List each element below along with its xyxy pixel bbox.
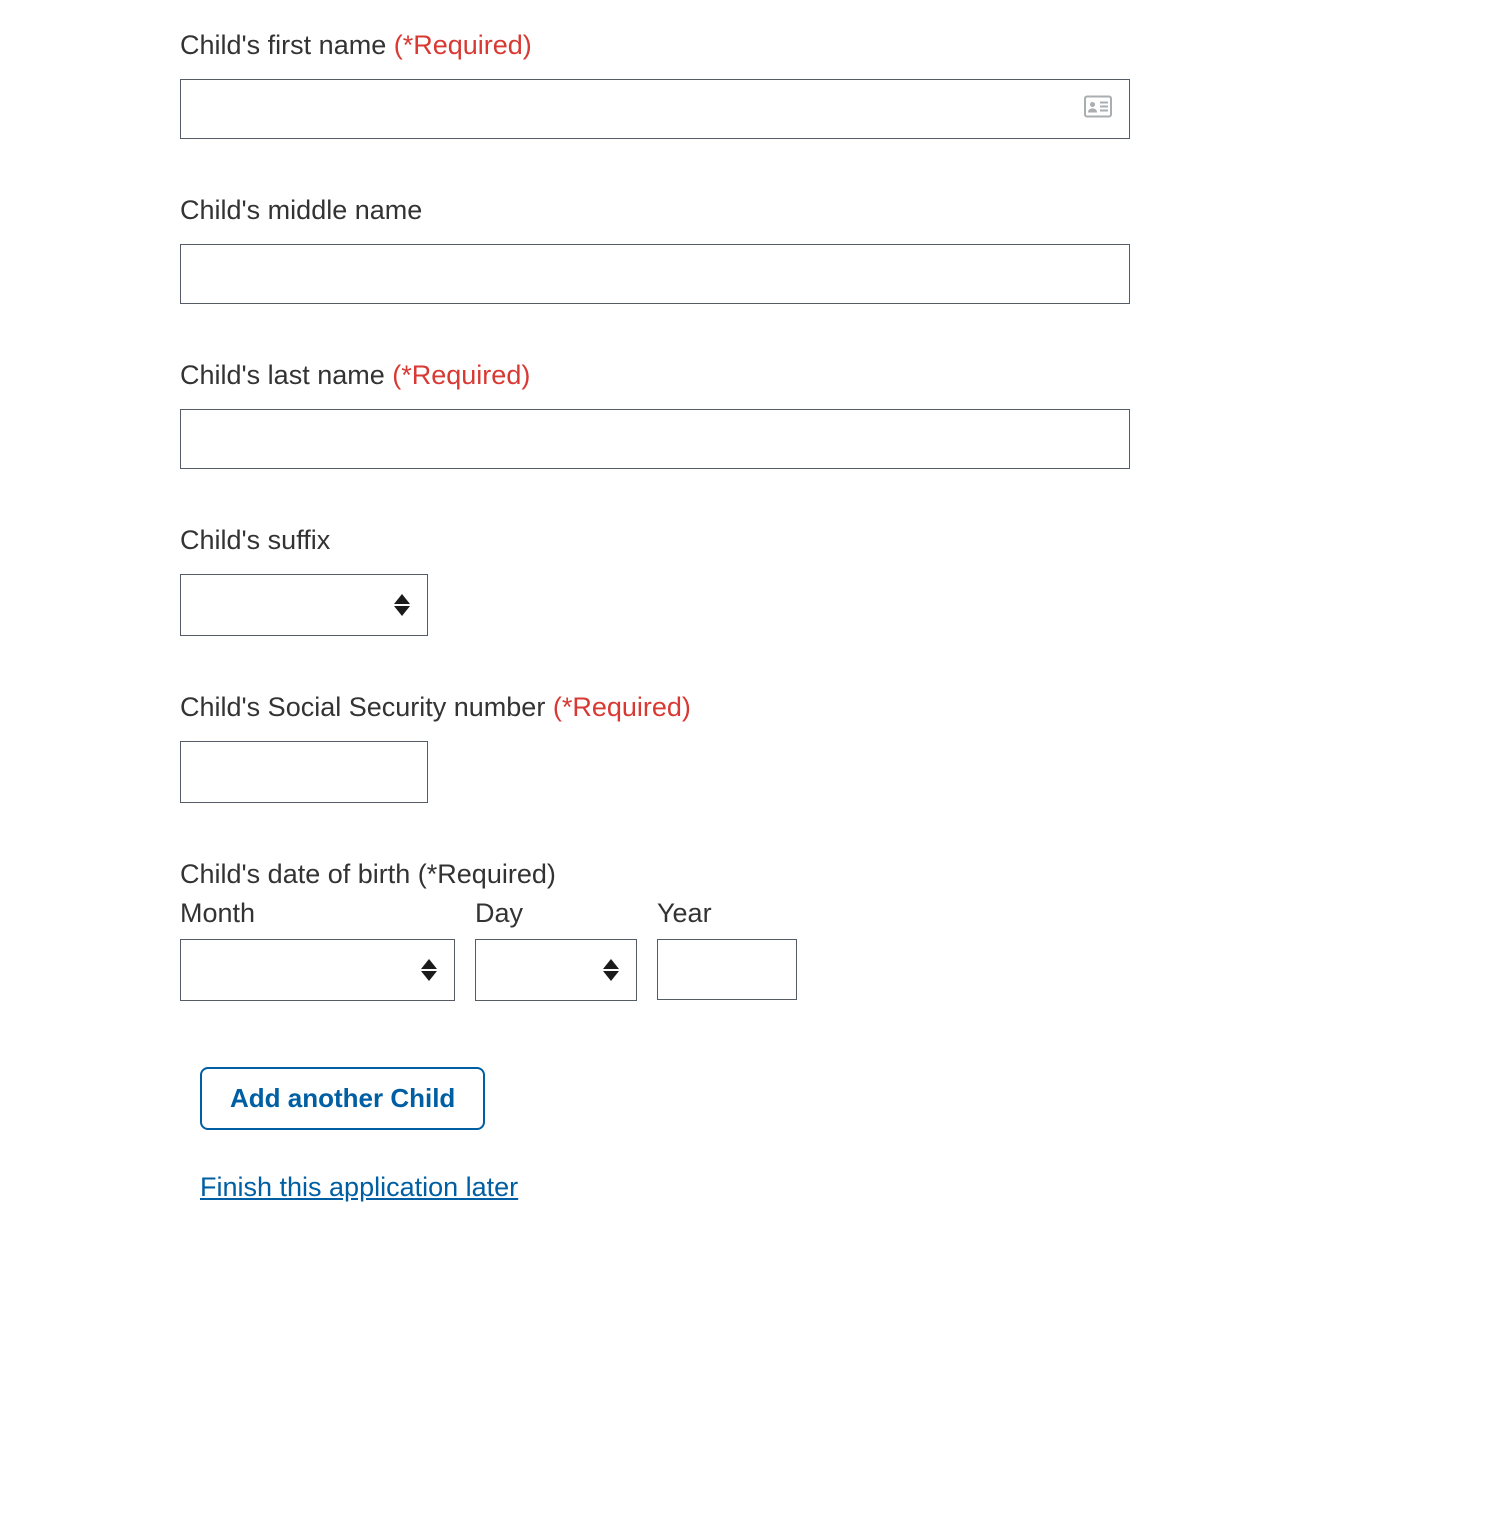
month-select[interactable] — [180, 939, 455, 1001]
required-indicator: (*Required) — [418, 859, 556, 889]
last-name-label-text: Child's last name — [180, 360, 385, 390]
last-name-field[interactable] — [180, 409, 1130, 469]
suffix-label-text: Child's suffix — [180, 525, 330, 555]
ssn-label-text: Child's Social Security number — [180, 692, 545, 722]
first-name-field[interactable] — [180, 79, 1130, 139]
required-indicator: (*Required) — [392, 360, 530, 390]
required-indicator: (*Required) — [394, 30, 532, 60]
first-name-label: Child's first name (*Required) — [180, 30, 1310, 61]
suffix-select[interactable] — [180, 574, 428, 636]
last-name-label: Child's last name (*Required) — [180, 360, 1310, 391]
dob-label-text: Child's date of birth — [180, 859, 410, 889]
finish-later-link[interactable]: Finish this application later — [200, 1172, 518, 1203]
day-select[interactable] — [475, 939, 637, 1001]
suffix-label: Child's suffix — [180, 525, 1310, 556]
dob-label: Child's date of birth (*Required) — [180, 859, 1310, 890]
first-name-label-text: Child's first name — [180, 30, 386, 60]
middle-name-field[interactable] — [180, 244, 1130, 304]
middle-name-label-text: Child's middle name — [180, 195, 422, 225]
middle-name-label: Child's middle name — [180, 195, 1310, 226]
add-another-child-button[interactable]: Add another Child — [200, 1067, 485, 1130]
year-field[interactable] — [657, 939, 797, 1000]
year-label: Year — [657, 898, 797, 929]
ssn-field[interactable] — [180, 741, 428, 803]
day-label: Day — [475, 898, 637, 929]
required-indicator: (*Required) — [553, 692, 691, 722]
month-label: Month — [180, 898, 455, 929]
ssn-label: Child's Social Security number (*Require… — [180, 692, 1310, 723]
